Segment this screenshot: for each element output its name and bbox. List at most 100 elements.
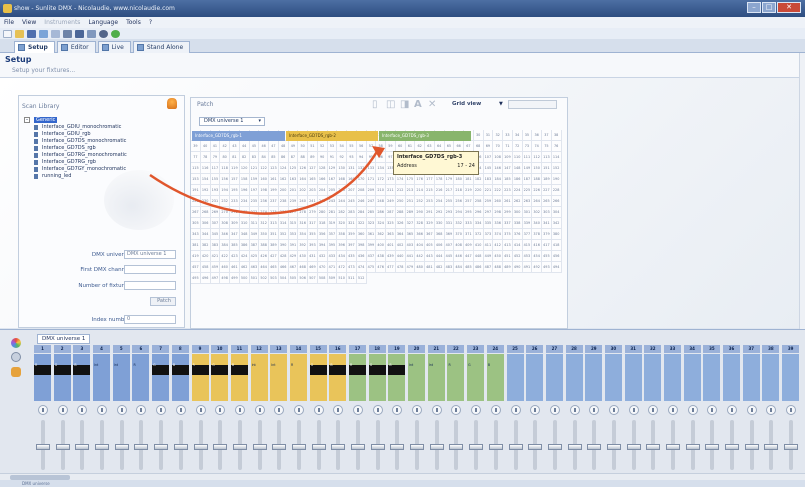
dmx-channel-cell[interactable]: 315 xyxy=(288,218,299,229)
dmx-channel-cell[interactable]: 217 xyxy=(444,185,455,196)
minimize-button[interactable]: – xyxy=(747,2,761,13)
dmx-channel-cell[interactable]: 224 xyxy=(512,185,523,196)
channel-knob[interactable] xyxy=(471,405,482,415)
dmx-channel-cell[interactable]: 510 xyxy=(337,273,347,284)
dmx-channel-cell[interactable]: 366 xyxy=(415,229,425,240)
dmx-channel-cell[interactable]: 275 xyxy=(269,207,279,218)
dmx-channel-cell[interactable]: 427 xyxy=(269,251,279,262)
dmx-channel-cell[interactable]: 179 xyxy=(444,174,455,185)
dmx-channel-cell[interactable]: 162 xyxy=(278,174,289,185)
dmx-channel-cell[interactable]: 496 xyxy=(200,273,211,284)
index-input[interactable]: 0 xyxy=(124,315,176,324)
dmx-channel-cell[interactable]: 428 xyxy=(278,251,289,262)
dmx-channel-cell[interactable]: 490 xyxy=(512,262,523,273)
dmx-channel-cell[interactable]: 207 xyxy=(347,185,357,196)
dmx-channel-cell[interactable]: 304 xyxy=(551,207,562,218)
dmx-channel-cell[interactable]: 375 xyxy=(503,229,513,240)
dmx-channel-cell[interactable]: 504 xyxy=(278,273,289,284)
dmx-channel-cell[interactable]: 230 xyxy=(200,196,211,207)
dmx-channel-cell[interactable]: 410 xyxy=(473,240,484,251)
dmx-channel-cell[interactable]: 287 xyxy=(386,207,396,218)
dmx-channel-cell[interactable]: 463 xyxy=(249,262,260,273)
dmx-channel-cell[interactable]: 152 xyxy=(551,163,562,174)
tab-stand-alone[interactable]: Stand Alone xyxy=(132,41,191,53)
redo-icon[interactable] xyxy=(51,29,60,38)
dmx-channel-cell[interactable]: 300 xyxy=(512,207,523,218)
dmx-channel-cell[interactable]: 399 xyxy=(366,240,377,251)
dmx-channel-cell[interactable]: 358 xyxy=(337,229,347,240)
dmx-channel-cell[interactable]: 87 xyxy=(288,152,299,163)
tree-item[interactable]: Interface_GD7RG_rgb xyxy=(24,159,174,166)
dmx-channel-cell[interactable]: 396 xyxy=(337,240,347,251)
dmx-channel-cell[interactable]: 283 xyxy=(347,207,357,218)
dmx-channel-cell[interactable]: 233 xyxy=(230,196,240,207)
dmx-channel-cell[interactable]: 441 xyxy=(405,251,416,262)
channel-knob[interactable] xyxy=(608,405,619,415)
dmx-channel-cell[interactable]: 336 xyxy=(493,218,503,229)
dmx-channel-cell[interactable]: 154 xyxy=(200,174,211,185)
channel-knob[interactable] xyxy=(372,405,383,415)
dmx-channel-cell[interactable]: 114 xyxy=(551,152,562,163)
dmx-channel-cell[interactable]: 263 xyxy=(522,196,533,207)
dmx-channel-cell[interactable]: 354 xyxy=(298,229,308,240)
dmx-channel-cell[interactable]: 406 xyxy=(434,240,445,251)
dmx-channel-cell[interactable]: 254 xyxy=(434,196,445,207)
dmx-channel-cell[interactable]: 335 xyxy=(483,218,494,229)
channel-knob[interactable] xyxy=(727,405,738,415)
fader-handle[interactable] xyxy=(193,444,208,450)
channel-knob[interactable] xyxy=(707,405,718,415)
dmx-channel-cell[interactable]: 193 xyxy=(210,185,221,196)
dmx-channel-cell[interactable]: 183 xyxy=(483,174,494,185)
dmx-channel-cell[interactable]: 292 xyxy=(434,207,445,218)
dmx-channel-cell[interactable]: 56 xyxy=(356,141,367,152)
channel-knob[interactable] xyxy=(38,405,48,415)
fader-handle[interactable] xyxy=(95,444,110,450)
dmx-channel-cell[interactable]: 370 xyxy=(454,229,464,240)
dmx-channel-cell[interactable]: 175 xyxy=(405,174,416,185)
dmx-channel-cell[interactable]: 290 xyxy=(415,207,425,218)
dmx-channel-cell[interactable]: 385 xyxy=(230,240,240,251)
dmx-channel-cell[interactable]: 32 xyxy=(493,130,503,141)
dmx-channel-cell[interactable]: 156 xyxy=(220,174,230,185)
fader-handle[interactable] xyxy=(311,444,326,450)
tree-item[interactable]: Interface_GDIU_rgb xyxy=(24,131,174,138)
dmx-channel-cell[interactable]: 423 xyxy=(230,251,240,262)
dmx-channel-cell[interactable]: 308 xyxy=(220,218,230,229)
dmx-channel-cell[interactable]: 184 xyxy=(493,174,503,185)
dmx-channel-cell[interactable]: 131 xyxy=(347,163,357,174)
dmx-channel-cell[interactable]: 246 xyxy=(356,196,367,207)
fader-handle[interactable] xyxy=(646,444,661,450)
channel-knob[interactable] xyxy=(136,405,147,415)
dmx-channel-cell[interactable]: 340 xyxy=(532,218,542,229)
dmx-channel-cell[interactable]: 155 xyxy=(210,174,221,185)
dmx-channel-cell[interactable]: 94 xyxy=(356,152,367,163)
dmx-channel-cell[interactable]: 372 xyxy=(473,229,484,240)
tree-item[interactable]: Interface_GD7RG_monochromatic xyxy=(24,152,174,159)
dmx-channel-cell[interactable]: 119 xyxy=(230,163,240,174)
dmx-channel-cell[interactable]: 316 xyxy=(298,218,308,229)
dmx-channel-cell[interactable]: 216 xyxy=(434,185,445,196)
fader-handle[interactable] xyxy=(626,444,641,450)
dmx-channel-cell[interactable]: 356 xyxy=(317,229,328,240)
fader-handle[interactable] xyxy=(252,444,267,450)
fader-handle[interactable] xyxy=(370,444,385,450)
dmx-channel-cell[interactable]: 494 xyxy=(551,262,562,273)
dmx-channel-cell[interactable]: 397 xyxy=(347,240,357,251)
dmx-channel-cell[interactable]: 185 xyxy=(503,174,513,185)
dmx-channel-cell[interactable]: 445 xyxy=(444,251,455,262)
dmx-channel-cell[interactable]: 149 xyxy=(522,163,533,174)
dmx-channel-cell[interactable]: 327 xyxy=(405,218,416,229)
library-fixture-icon[interactable] xyxy=(167,98,177,109)
menu-file[interactable]: File xyxy=(4,17,14,28)
dmx-channel-cell[interactable]: 276 xyxy=(278,207,289,218)
dmx-channel-cell[interactable]: 223 xyxy=(503,185,513,196)
dmx-channel-cell[interactable]: 483 xyxy=(444,262,455,273)
dmx-channel-cell[interactable]: 464 xyxy=(259,262,269,273)
undo-icon[interactable] xyxy=(39,29,48,38)
grid-icon[interactable] xyxy=(63,29,72,38)
dmx-channel-cell[interactable]: 402 xyxy=(395,240,406,251)
dmx-channel-cell[interactable]: 243 xyxy=(327,196,338,207)
channel-knob[interactable] xyxy=(766,405,777,415)
grid-view-dropdown-icon[interactable]: ▼ xyxy=(499,101,503,107)
menu-language[interactable]: Language xyxy=(88,17,118,28)
